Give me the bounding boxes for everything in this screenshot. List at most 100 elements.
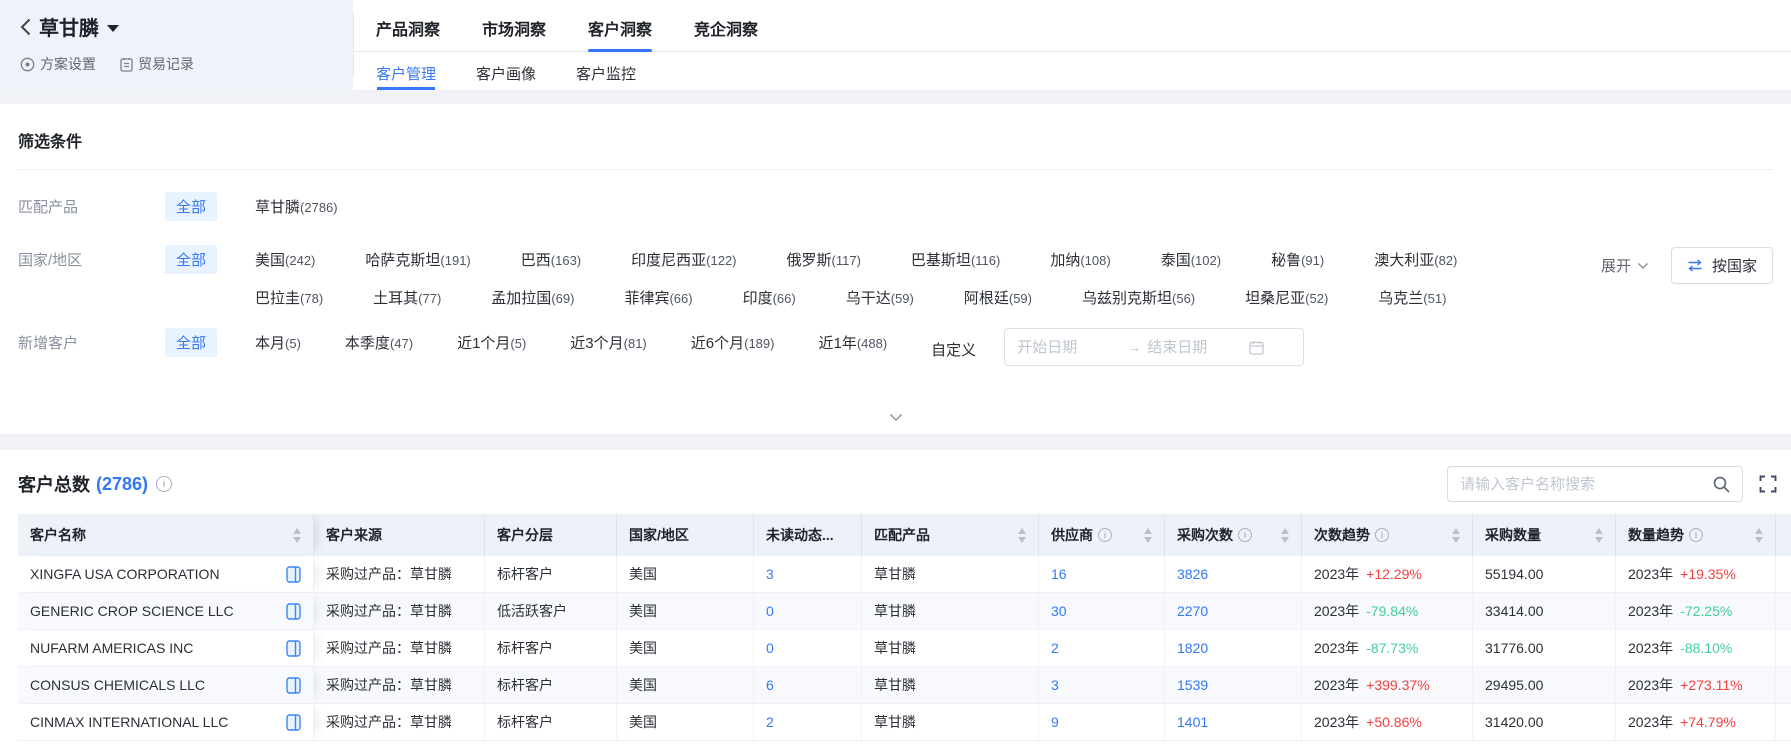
- column-header-10[interactable]: 采购数量: [1473, 514, 1616, 556]
- trade-records-button[interactable]: 贸易记录: [120, 54, 194, 74]
- new-customer-filter-item[interactable]: 近3个月(81): [570, 332, 646, 353]
- all-tag-product[interactable]: 全部: [165, 192, 217, 221]
- sort-icon[interactable]: [1010, 528, 1026, 543]
- customer-name-cell[interactable]: NUFARM AMERICAS INC: [18, 630, 314, 666]
- contact-card-icon[interactable]: [286, 603, 301, 620]
- country-filter-item[interactable]: 哈萨克斯坦(191): [365, 249, 470, 270]
- country-filter-item[interactable]: 土耳其(77): [373, 287, 441, 308]
- customer-name-cell[interactable]: CINMAX INTERNATIONAL LLC: [18, 704, 314, 740]
- country-filter-item[interactable]: 印度尼西亚(122): [631, 249, 736, 270]
- customer-search-box[interactable]: [1447, 466, 1743, 502]
- main-tab-3[interactable]: 客户洞察: [586, 0, 654, 51]
- country-filter-item[interactable]: 乌克兰(51): [1378, 287, 1446, 308]
- customer-name[interactable]: CINMAX INTERNATIONAL LLC: [30, 714, 228, 730]
- main-tab-4[interactable]: 竞企洞察: [692, 0, 760, 51]
- collapse-panel-button[interactable]: [869, 409, 923, 426]
- date-range-picker[interactable]: →: [1004, 328, 1304, 366]
- all-tag-new-customer[interactable]: 全部: [165, 328, 217, 357]
- customer-name[interactable]: GENERIC CROP SCIENCE LLC: [30, 603, 234, 619]
- new-customer-filter-item[interactable]: 本月(5): [255, 332, 301, 353]
- new-customer-filter-item[interactable]: 本季度(47): [345, 332, 413, 353]
- customer-name-cell[interactable]: XINGFA USA CORPORATION: [18, 556, 314, 592]
- supplier-count-cell[interactable]: 9: [1039, 704, 1165, 740]
- country-filter-item[interactable]: 巴基斯坦(116): [911, 249, 1000, 270]
- sort-icon[interactable]: [1747, 528, 1763, 543]
- country-filter-item[interactable]: 乌兹别克斯坦(56): [1082, 287, 1195, 308]
- contact-card-icon[interactable]: [286, 714, 301, 731]
- contact-card-icon[interactable]: [286, 566, 301, 583]
- sort-icon[interactable]: [1444, 528, 1460, 543]
- main-tab-1[interactable]: 产品洞察: [374, 0, 442, 51]
- column-header-8[interactable]: 采购次数i: [1165, 514, 1302, 556]
- contact-card-icon[interactable]: [286, 677, 301, 694]
- start-date-input[interactable]: [1017, 339, 1121, 356]
- unread-updates-cell[interactable]: 6: [754, 667, 862, 703]
- country-filter-item[interactable]: 泰国(102): [1161, 249, 1221, 270]
- info-icon[interactable]: i: [1375, 528, 1389, 542]
- supplier-count-cell[interactable]: 30: [1039, 593, 1165, 629]
- country-filter-item[interactable]: 巴西(163): [521, 249, 581, 270]
- info-icon[interactable]: i: [1238, 528, 1252, 542]
- unread-updates-cell[interactable]: 0: [754, 630, 862, 666]
- purchase-count-cell[interactable]: 2270: [1165, 593, 1302, 629]
- supplier-count-cell[interactable]: 2: [1039, 630, 1165, 666]
- purchase-count-cell[interactable]: 3826: [1165, 556, 1302, 592]
- main-tab-2[interactable]: 市场洞察: [480, 0, 548, 51]
- unread-updates-cell[interactable]: 2: [754, 704, 862, 740]
- country-filter-item[interactable]: 巴拉圭(78): [255, 287, 323, 308]
- info-icon[interactable]: i: [156, 476, 172, 492]
- column-header-6[interactable]: 匹配产品: [862, 514, 1039, 556]
- customer-name[interactable]: CONSUS CHEMICALS LLC: [30, 677, 205, 693]
- sub-tab-2[interactable]: 客户画像: [474, 52, 538, 90]
- sort-icon[interactable]: [285, 528, 301, 543]
- back-icon[interactable]: [20, 18, 31, 36]
- new-customer-filter-item[interactable]: 近1年(488): [818, 332, 887, 353]
- sub-tab-3[interactable]: 客户监控: [574, 52, 638, 90]
- country-filter-item[interactable]: 秘鲁(91): [1271, 249, 1324, 270]
- all-tag-country[interactable]: 全部: [165, 245, 217, 274]
- purchase-count-cell[interactable]: 1820: [1165, 630, 1302, 666]
- new-customer-filter-item[interactable]: 近6个月(189): [691, 332, 775, 353]
- fullscreen-icon[interactable]: [1759, 475, 1777, 493]
- end-date-input[interactable]: [1147, 339, 1243, 356]
- country-filter-item[interactable]: 俄罗斯(117): [787, 249, 861, 270]
- column-header-11[interactable]: 数量趋势i: [1616, 514, 1776, 556]
- customer-name[interactable]: XINGFA USA CORPORATION: [30, 566, 220, 582]
- plan-settings-button[interactable]: 方案设置: [20, 54, 96, 74]
- sub-tab-1[interactable]: 客户管理: [374, 52, 438, 90]
- customer-name[interactable]: NUFARM AMERICAS INC: [30, 640, 193, 656]
- purchase-count-cell[interactable]: 1539: [1165, 667, 1302, 703]
- sort-icon[interactable]: [1587, 528, 1603, 543]
- unread-updates-cell[interactable]: 3: [754, 556, 862, 592]
- product-filter-item[interactable]: 草甘膦(2786): [255, 196, 338, 217]
- supplier-count-cell[interactable]: 16: [1039, 556, 1165, 592]
- search-icon[interactable]: [1713, 476, 1730, 493]
- by-country-button[interactable]: 按国家: [1671, 247, 1773, 284]
- info-icon[interactable]: i: [1098, 528, 1112, 542]
- column-header-1[interactable]: 客户名称: [18, 514, 314, 556]
- sort-icon[interactable]: [1136, 528, 1152, 543]
- column-header-7[interactable]: 供应商i: [1039, 514, 1165, 556]
- sort-icon[interactable]: [1273, 528, 1289, 543]
- purchase-count-cell[interactable]: 1401: [1165, 704, 1302, 740]
- customer-name-cell[interactable]: GENERIC CROP SCIENCE LLC: [18, 593, 314, 629]
- country-filter-item[interactable]: 美国(242): [255, 249, 315, 270]
- country-filter-item[interactable]: 阿根廷(59): [964, 287, 1032, 308]
- country-filter-item[interactable]: 加纳(108): [1050, 249, 1110, 270]
- country-filter-item[interactable]: 印度(66): [743, 287, 796, 308]
- contact-card-icon[interactable]: [286, 640, 301, 657]
- title-dropdown-icon[interactable]: [107, 25, 119, 32]
- new-customer-filter-item[interactable]: 近1个月(5): [457, 332, 526, 353]
- country-filter-item[interactable]: 菲律宾(66): [624, 287, 692, 308]
- country-filter-item[interactable]: 坦桑尼亚(52): [1245, 287, 1328, 308]
- search-input[interactable]: [1460, 476, 1705, 493]
- page-title[interactable]: 草甘膦: [39, 12, 99, 41]
- unread-updates-cell[interactable]: 0: [754, 593, 862, 629]
- info-icon[interactable]: i: [1689, 528, 1703, 542]
- supplier-count-cell[interactable]: 3: [1039, 667, 1165, 703]
- country-filter-item[interactable]: 乌干达(59): [846, 287, 914, 308]
- column-header-9[interactable]: 次数趋势i: [1302, 514, 1473, 556]
- country-filter-item[interactable]: 澳大利亚(82): [1374, 249, 1457, 270]
- country-filter-item[interactable]: 孟加拉国(69): [491, 287, 574, 308]
- custom-range-link[interactable]: 自定义: [931, 335, 976, 360]
